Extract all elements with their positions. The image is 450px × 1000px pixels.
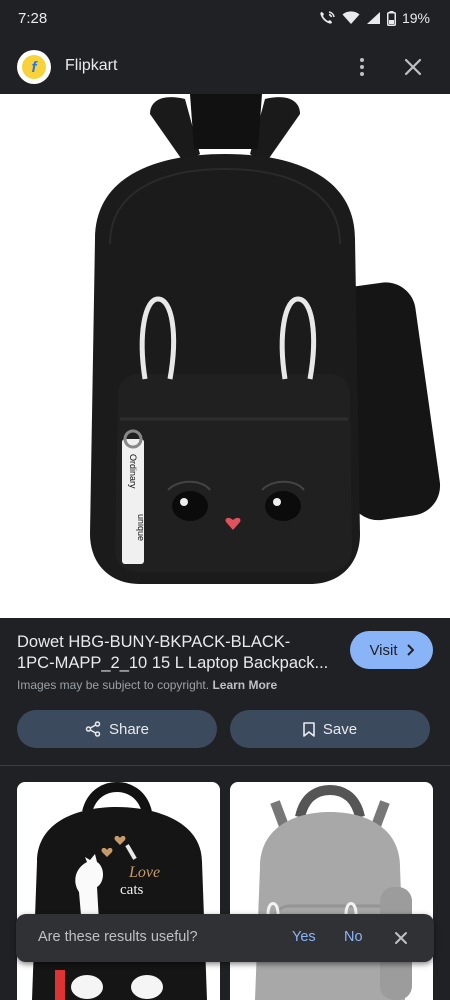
flipkart-logo-icon: f [22, 55, 46, 79]
product-image[interactable]: Ordinary unique [0, 94, 450, 618]
related-image-2[interactable] [230, 782, 433, 1000]
product-info: Dowet HBG-BUNY-BKPACK-BLACK- 1PC-MAPP_2_… [0, 618, 450, 708]
product-title[interactable]: Dowet HBG-BUNY-BKPACK-BLACK- 1PC-MAPP_2_… [17, 632, 337, 674]
battery-icon [386, 10, 396, 26]
visit-label: Visit [369, 641, 398, 659]
status-icons: 19% [318, 10, 430, 26]
black-cat-backpack-image: Love cats [32, 782, 207, 1000]
share-icon [85, 721, 101, 737]
backpack-image: Ordinary unique [90, 94, 441, 584]
status-time: 7:28 [18, 10, 48, 27]
copyright-notice: Images may be subject to copyright. Lear… [17, 678, 277, 692]
wifi-call-icon [320, 11, 335, 24]
product-title-line-1: Dowet HBG-BUNY-BKPACK-BLACK- [17, 633, 291, 651]
product-title-line-2: 1PC-MAPP_2_10 15 L Laptop Backpack... [17, 654, 329, 672]
feedback-yes-button[interactable]: Yes [292, 929, 316, 945]
site-name[interactable]: Flipkart [65, 57, 117, 75]
more-options-button[interactable] [350, 54, 374, 80]
status-bar: 7:28 19% [0, 0, 450, 40]
feedback-snackbar: Are these results useful? Yes No [16, 914, 434, 962]
share-button[interactable]: Share [17, 710, 217, 748]
tag-text-unique: unique [136, 514, 146, 541]
divider [0, 765, 450, 766]
share-label: Share [108, 720, 150, 738]
more-vert-icon [360, 58, 364, 62]
tag-text-ordinary: Ordinary [128, 454, 138, 489]
bookmark-icon [303, 721, 315, 737]
signal-icon [366, 12, 380, 24]
app-header: f Flipkart [0, 40, 450, 94]
battery-percent: 19% [401, 10, 430, 26]
chevron-right-icon [406, 644, 414, 656]
learn-more-link[interactable]: Learn More [212, 678, 277, 692]
love-text: Love [128, 864, 160, 881]
visit-button[interactable]: Visit [350, 631, 433, 669]
site-logo[interactable]: f [17, 50, 51, 84]
close-icon[interactable] [400, 54, 426, 80]
grey-bunny-backpack-image [255, 784, 412, 1000]
close-icon[interactable] [392, 929, 410, 947]
save-label: Save [322, 720, 358, 738]
cats-text: cats [120, 882, 143, 898]
feedback-question: Are these results useful? [38, 929, 198, 945]
save-button[interactable]: Save [230, 710, 430, 748]
related-image-1[interactable]: Love cats [17, 782, 220, 1000]
wifi-icon [342, 11, 360, 24]
feedback-no-button[interactable]: No [344, 929, 363, 945]
copyright-text: Images may be subject to copyright. [17, 678, 210, 692]
